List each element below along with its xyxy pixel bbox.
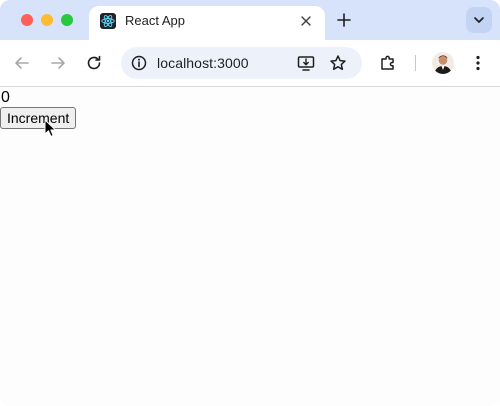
plus-icon[interactable] bbox=[334, 10, 354, 30]
counter-value: 0 bbox=[1, 89, 10, 106]
tab-search-button[interactable] bbox=[466, 7, 492, 33]
arrow-left-icon[interactable] bbox=[12, 53, 32, 73]
info-icon[interactable] bbox=[129, 53, 149, 73]
toolbar-separator bbox=[415, 55, 416, 71]
window-close-button[interactable] bbox=[21, 14, 33, 26]
window-maximize-button[interactable] bbox=[61, 14, 73, 26]
browser-toolbar: localhost:3000 bbox=[0, 40, 500, 87]
close-icon[interactable] bbox=[297, 12, 315, 30]
address-bar[interactable]: localhost:3000 bbox=[121, 47, 362, 79]
reload-icon[interactable] bbox=[84, 53, 104, 73]
page-viewport: 0 Increment bbox=[0, 87, 500, 406]
avatar[interactable] bbox=[432, 52, 454, 74]
install-app-icon[interactable] bbox=[296, 53, 316, 73]
kebab-menu-icon[interactable] bbox=[468, 53, 488, 73]
react-icon bbox=[100, 13, 116, 29]
arrow-right-icon[interactable] bbox=[48, 53, 68, 73]
tab-react-app[interactable]: React App bbox=[89, 6, 325, 40]
browser-window: React App localhost:3000 0 Increment bbox=[0, 0, 500, 406]
url-text: localhost:3000 bbox=[157, 55, 249, 71]
increment-button[interactable]: Increment bbox=[0, 107, 77, 129]
star-icon[interactable] bbox=[328, 53, 348, 73]
tab-strip: React App bbox=[0, 0, 500, 40]
tab-title: React App bbox=[125, 13, 185, 28]
puzzle-icon[interactable] bbox=[378, 53, 398, 73]
window-minimize-button[interactable] bbox=[41, 14, 53, 26]
chevron-down-icon bbox=[474, 17, 484, 23]
